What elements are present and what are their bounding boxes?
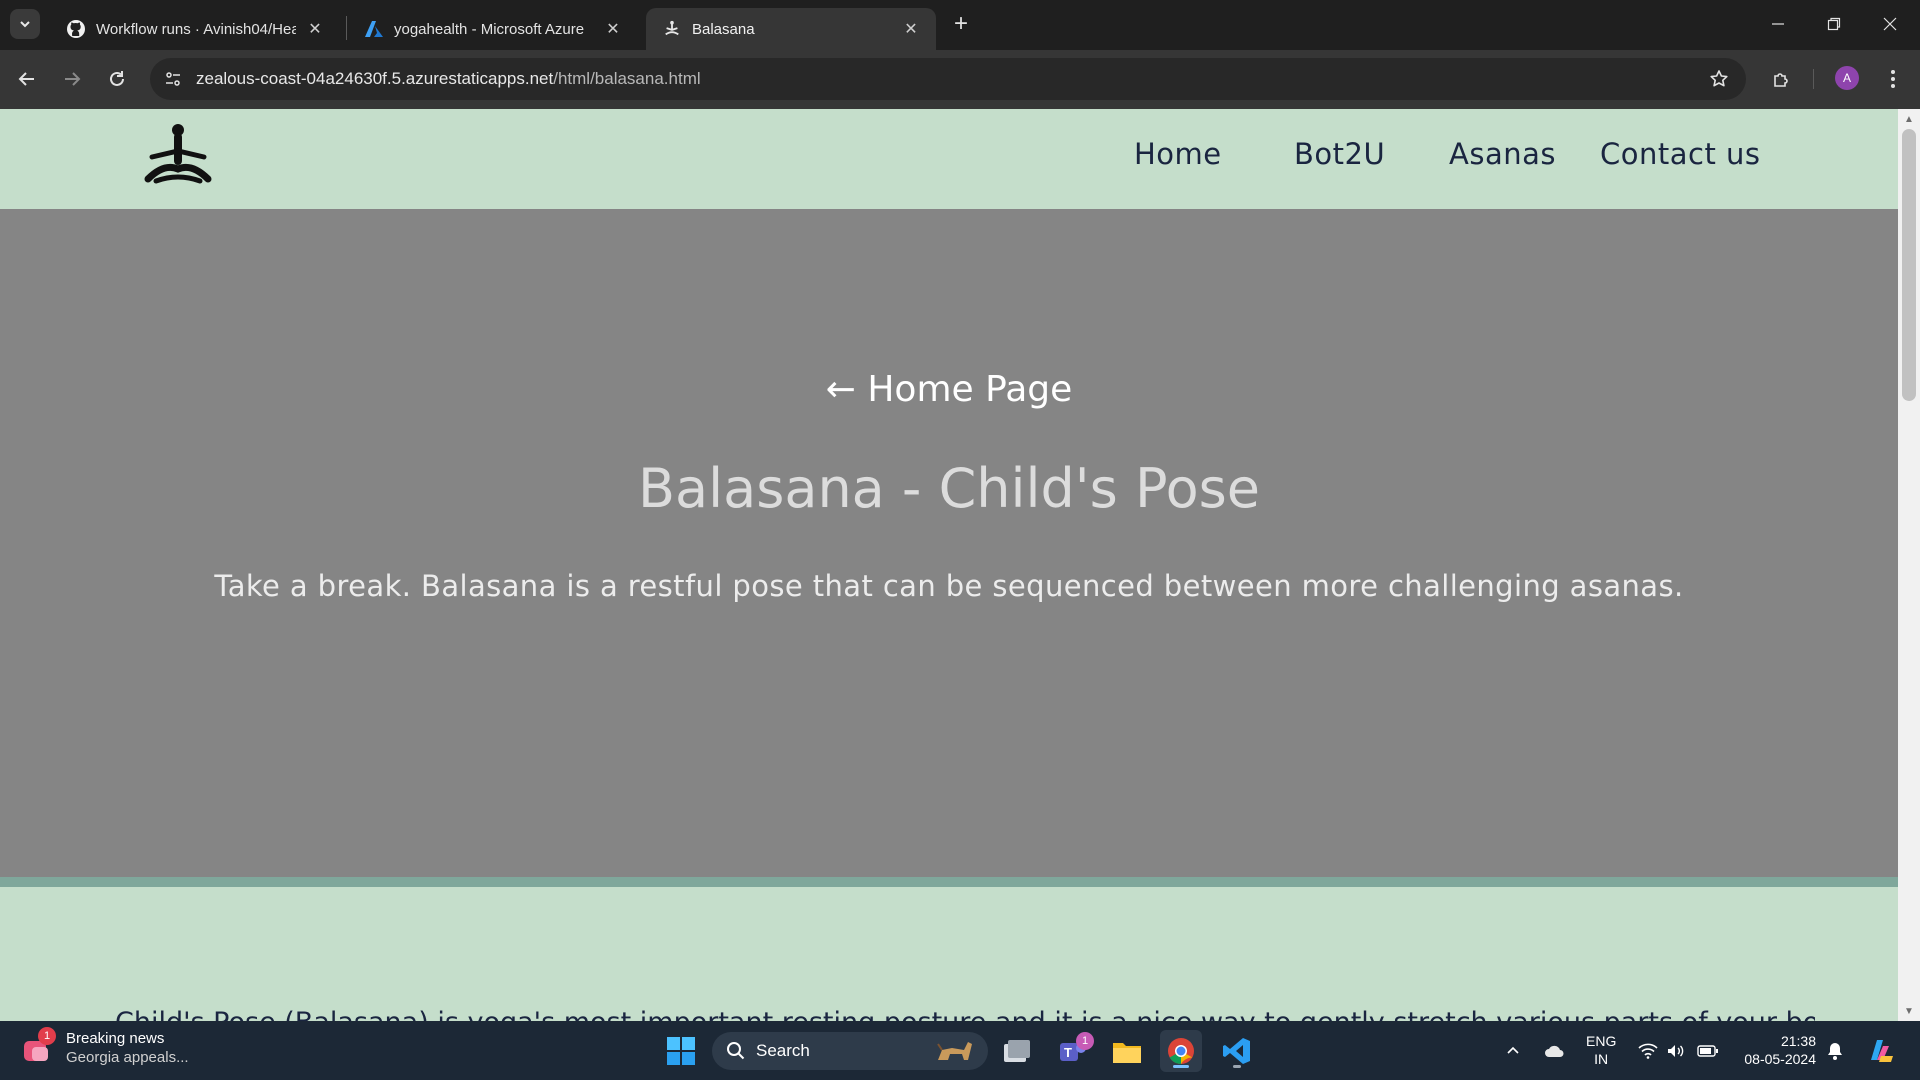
minimize-icon [1772, 23, 1784, 25]
nav-contact-us[interactable]: Contact us [1600, 137, 1761, 171]
tab-title: Workflow runs · Avinish04/Heal [96, 20, 296, 38]
scroll-thumb[interactable] [1902, 129, 1916, 401]
language-line2: IN [1594, 1051, 1609, 1067]
close-icon[interactable]: ✕ [602, 18, 624, 40]
volume-icon[interactable] [1662, 1021, 1690, 1080]
search-highlight-icon [937, 1042, 972, 1060]
chrome-app[interactable] [1160, 1030, 1202, 1072]
azure-icon [364, 19, 384, 39]
news-subtitle: Georgia appeals... [66, 1049, 189, 1066]
reload-icon [110, 71, 124, 86]
scroll-up-icon[interactable]: ▲ [1898, 111, 1920, 127]
tab-title: Balasana [692, 20, 755, 38]
close-icon [1883, 17, 1897, 31]
restore-button[interactable] [1806, 4, 1862, 44]
hero-divider [0, 877, 1898, 887]
language-indicator[interactable]: ENG IN [1586, 1032, 1616, 1068]
news-widget[interactable]: 1 Breaking news Georgia appeals... [22, 1027, 189, 1067]
home-page-link[interactable]: ← Home Page [0, 369, 1898, 410]
clock[interactable]: 21:38 08-05-2024 [1730, 1032, 1816, 1068]
teams-badge: 1 [1076, 1032, 1094, 1050]
battery-icon[interactable] [1692, 1021, 1724, 1080]
tab-strip: Workflow runs · Avinish04/Heal ✕ yogahea… [0, 0, 1920, 50]
scroll-down-icon[interactable]: ▼ [1898, 1003, 1920, 1019]
arrow-right-icon [65, 72, 81, 86]
task-view-icon [1004, 1040, 1030, 1062]
svg-text:T: T [1064, 1045, 1072, 1060]
running-app-indicator [1233, 1065, 1241, 1068]
notification-bell-icon[interactable] [1822, 1021, 1848, 1080]
new-tab-button[interactable]: + [948, 10, 974, 37]
intro-paragraph: Child's Pose (Balasana) is yoga's most i… [115, 1007, 1815, 1021]
tab-title: yogahealth - Microsoft Azure [394, 20, 585, 38]
nav-home[interactable]: Home [1134, 137, 1222, 171]
tab-search-button[interactable] [10, 9, 40, 39]
toolbar-divider [1813, 69, 1814, 89]
page-viewport: Home Bot2U Asanas Contact us ← Home Page… [0, 109, 1898, 1021]
url-path: /html/balasana.html [553, 69, 701, 88]
yoga-logo-icon[interactable] [144, 121, 212, 191]
profile-avatar[interactable]: A [1835, 66, 1859, 90]
tab-workflow-runs[interactable]: Workflow runs · Avinish04/Heal ✕ [50, 8, 340, 50]
taskbar: 1 Breaking news Georgia appeals... Searc… [0, 1021, 1920, 1080]
chrome-icon [1168, 1038, 1194, 1065]
hero-subtitle: Take a break. Balasana is a restful pose… [214, 569, 1684, 603]
vscode-icon [1223, 1038, 1250, 1064]
task-view-button[interactable] [996, 1030, 1038, 1072]
site-header: Home Bot2U Asanas Contact us [0, 109, 1898, 209]
news-text: Breaking news Georgia appeals... [66, 1029, 189, 1067]
nav-asanas[interactable]: Asanas [1449, 137, 1556, 171]
show-hidden-icons[interactable] [1500, 1021, 1526, 1080]
hero-section: ← Home Page Balasana - Child's Pose Take… [0, 209, 1898, 877]
clock-time: 21:38 [1780, 1033, 1816, 1049]
start-button[interactable] [660, 1030, 702, 1072]
yoga-icon [662, 19, 682, 39]
tab-separator [346, 16, 347, 40]
url-host: zealous-coast-04a24630f.5.azurestaticapp… [196, 69, 554, 88]
clock-date: 08-05-2024 [1744, 1051, 1816, 1067]
browser-toolbar: zealous-coast-04a24630f.5.azurestaticapp… [0, 50, 1920, 109]
restore-icon [1827, 17, 1841, 31]
content-section [0, 887, 1898, 1021]
page-scrollbar[interactable]: ▲ ▼ [1898, 109, 1920, 1021]
url-text: zealous-coast-04a24630f.5.azurestaticapp… [196, 69, 701, 89]
bookmark-star-icon[interactable] [1706, 66, 1732, 92]
close-icon[interactable]: ✕ [304, 18, 326, 40]
folder-icon [1113, 1043, 1141, 1063]
nav-bot2u[interactable]: Bot2U [1294, 137, 1385, 171]
extensions-icon[interactable] [1766, 63, 1798, 95]
close-icon[interactable]: ✕ [900, 18, 922, 40]
tab-azure[interactable]: yogahealth - Microsoft Azure ✕ [348, 8, 638, 50]
chevron-down-icon [20, 21, 30, 28]
copilot-icon[interactable] [1862, 1021, 1898, 1080]
close-window-button[interactable] [1862, 4, 1918, 44]
windows-icon [667, 1037, 695, 1065]
file-explorer-app[interactable] [1106, 1030, 1148, 1072]
teams-app[interactable]: T 1 [1052, 1030, 1094, 1072]
address-bar[interactable]: zealous-coast-04a24630f.5.azurestaticapp… [150, 58, 1746, 100]
forward-button[interactable] [55, 62, 89, 96]
news-title: Breaking news [66, 1030, 165, 1047]
news-icon: 1 [22, 1027, 56, 1065]
reload-button[interactable] [100, 62, 134, 96]
menu-dots-icon[interactable] [1877, 63, 1909, 95]
active-app-indicator [1173, 1065, 1189, 1068]
search-icon [727, 1042, 745, 1060]
minimize-button[interactable] [1750, 4, 1806, 44]
page-title: Balasana - Child's Pose [638, 457, 1260, 520]
arrow-left-icon [18, 72, 34, 86]
github-icon [66, 19, 86, 39]
search-label: Search [756, 1041, 810, 1060]
language-line1: ENG [1586, 1033, 1617, 1049]
vscode-app[interactable] [1216, 1030, 1258, 1072]
wifi-icon[interactable] [1634, 1021, 1662, 1080]
back-button[interactable] [10, 62, 44, 96]
news-badge: 1 [38, 1027, 56, 1045]
tab-balasana[interactable]: Balasana ✕ [646, 8, 936, 50]
chevron-up-icon [1507, 1046, 1519, 1054]
onedrive-icon[interactable] [1540, 1021, 1570, 1080]
taskbar-search[interactable]: Search [712, 1032, 988, 1070]
site-info-icon[interactable] [158, 64, 188, 94]
